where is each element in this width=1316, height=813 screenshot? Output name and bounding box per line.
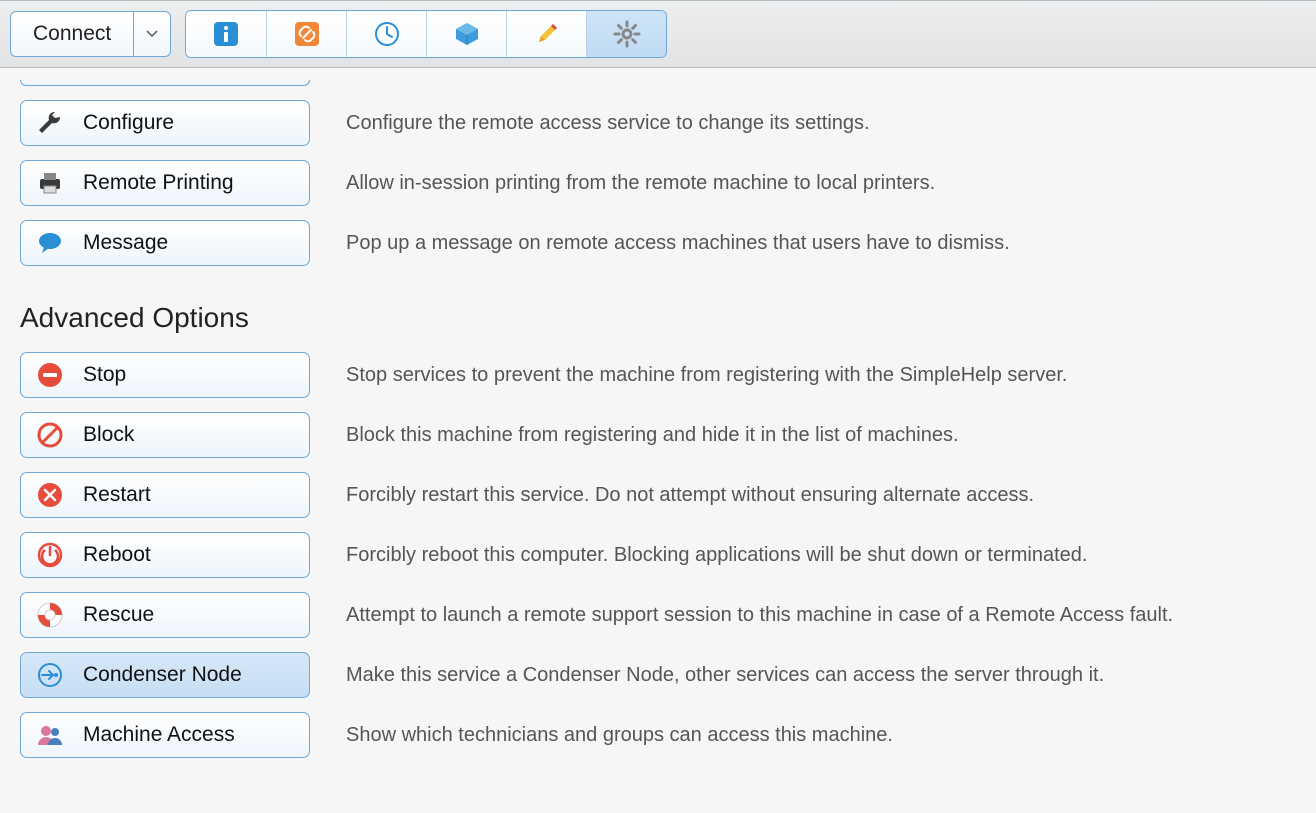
condenser-node-button[interactable]: Condenser Node [20,652,310,698]
remote-printing-button[interactable]: Remote Printing [20,160,310,206]
option-description: Attempt to launch a remote support sessi… [346,604,1173,627]
printer-icon [35,168,65,198]
option-row-configure: Configure Configure the remote access se… [20,100,1296,146]
pencil-icon [533,20,561,48]
option-description: Show which technicians and groups can ac… [346,724,893,747]
block-button[interactable]: Block [20,412,310,458]
message-icon [35,228,65,258]
option-row-block: Block Block this machine from registerin… [20,412,1296,458]
toolbar: Connect [0,0,1316,68]
stop-icon [35,360,65,390]
option-row-restart: Restart Forcibly restart this service. D… [20,472,1296,518]
info-icon [212,20,240,48]
tab-history[interactable] [346,11,426,57]
option-row-machine-access: Machine Access Show which technicians an… [20,712,1296,758]
connect-button-group: Connect [10,11,171,57]
option-row-rescue: Rescue Attempt to launch a remote suppor… [20,592,1296,638]
option-row-message: Message Pop up a message on remote acces… [20,220,1296,266]
option-description: Forcibly restart this service. Do not at… [346,484,1034,507]
tab-info[interactable] [186,11,266,57]
link-icon [293,20,321,48]
restart-button[interactable]: Restart [20,472,310,518]
restart-icon [35,480,65,510]
reboot-button[interactable]: Reboot [20,532,310,578]
button-label: Machine Access [83,723,235,747]
option-description: Allow in-session printing from the remot… [346,172,935,195]
option-description: Pop up a message on remote access machin… [346,232,1010,255]
tab-settings[interactable] [586,11,666,57]
configure-button[interactable]: Configure [20,100,310,146]
button-label: Block [83,423,134,447]
rescue-button[interactable]: Rescue [20,592,310,638]
option-row-remote-printing: Remote Printing Allow in-session printin… [20,160,1296,206]
connect-dropdown-button[interactable] [133,11,171,57]
button-label: Restart [83,483,151,507]
machine-access-button[interactable]: Machine Access [20,712,310,758]
message-button[interactable]: Message [20,220,310,266]
option-row-stop: Stop Stop services to prevent the machin… [20,352,1296,398]
users-icon [35,720,65,750]
wrench-icon [35,108,65,138]
option-description: Block this machine from registering and … [346,424,959,447]
tab-package[interactable] [426,11,506,57]
option-description: Stop services to prevent the machine fro… [346,364,1067,387]
partial-previous-button [20,80,1296,86]
button-label: Stop [83,363,126,387]
advanced-options-heading: Advanced Options [20,302,1296,334]
button-label: Remote Printing [83,171,234,195]
tab-link[interactable] [266,11,346,57]
button-label: Condenser Node [83,663,242,687]
clock-icon [373,20,401,48]
button-label: Rescue [83,603,154,627]
button-label: Configure [83,111,174,135]
stop-button[interactable]: Stop [20,352,310,398]
settings-content: Configure Configure the remote access se… [0,68,1316,813]
block-icon [35,420,65,450]
option-description: Make this service a Condenser Node, othe… [346,664,1104,687]
option-description: Forcibly reboot this computer. Blocking … [346,544,1087,567]
gear-icon [613,20,641,48]
power-icon [35,540,65,570]
tab-edit[interactable] [506,11,586,57]
chevron-down-icon [146,30,158,38]
cube-icon [453,20,481,48]
option-description: Configure the remote access service to c… [346,112,870,135]
button-label: Message [83,231,168,255]
option-row-reboot: Reboot Forcibly reboot this computer. Bl… [20,532,1296,578]
condenser-icon [35,660,65,690]
lifebuoy-icon [35,600,65,630]
connect-button[interactable]: Connect [10,11,133,57]
toolbar-tabs [185,10,667,58]
button-label: Reboot [83,543,151,567]
option-row-condenser-node: Condenser Node Make this service a Conde… [20,652,1296,698]
